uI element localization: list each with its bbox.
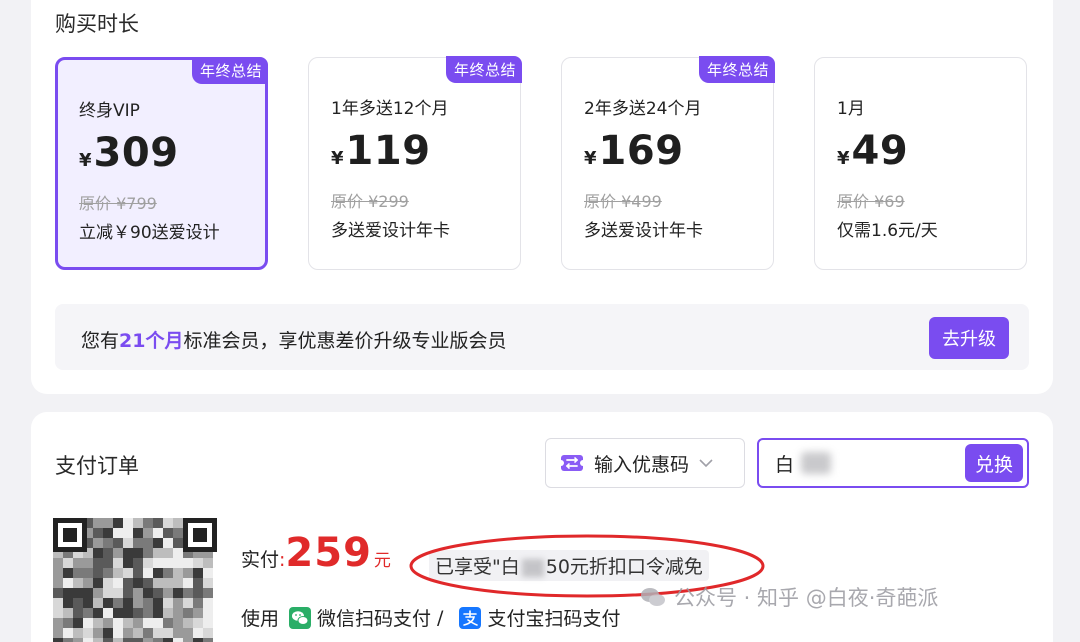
discount-suffix: 50元折扣口令减免	[545, 556, 703, 578]
plan-price: ¥ 169	[584, 128, 684, 174]
plan-original-price: 原价 ¥299	[331, 192, 409, 211]
coupon-input-box: 兑换	[757, 438, 1029, 488]
coupon-code-redacted	[801, 452, 831, 474]
plan-original-price: 原价 ¥499	[584, 192, 662, 211]
plan-name: 2年多送24个月	[584, 99, 702, 119]
pay-amount: 259	[285, 530, 372, 576]
duration-title: 购买时长	[55, 12, 139, 36]
plan-card-1month[interactable]: 1月 ¥ 49 原价 ¥69 仅需1.6元/天	[814, 57, 1027, 270]
upgrade-text: 您有21个月标准会员，享优惠差价升级专业版会员	[81, 326, 506, 353]
price-amount: 119	[345, 128, 431, 174]
pay-total: 实付 : 259 元	[241, 530, 391, 576]
plan-original-price: 原价 ¥69	[837, 192, 905, 211]
upgrade-button[interactable]: 去升级	[929, 317, 1009, 359]
plan-card-1year[interactable]: 年终总结 1年多送12个月 ¥ 119 原价 ¥299 多送爱设计年卡	[308, 56, 522, 270]
upgrade-suffix: 标准会员，享优惠差价升级专业版会员	[183, 330, 507, 352]
upgrade-banner: 您有21个月标准会员，享优惠差价升级专业版会员 去升级	[55, 304, 1029, 370]
duration-panel: 购买时长 年终总结 终身VIP ¥ 309 原价 ¥799 立减￥90送爱设计 …	[31, 0, 1053, 394]
alipay-icon	[459, 606, 482, 629]
price-currency: ¥	[331, 148, 344, 169]
discount-prefix: 已享受"白	[435, 556, 520, 578]
order-title: 支付订单	[55, 454, 139, 478]
method-prefix: 使用	[241, 608, 280, 630]
price-currency: ¥	[584, 148, 597, 169]
plan-badge: 年终总结	[698, 56, 775, 83]
discount-code-redacted	[521, 558, 544, 577]
payment-qr-code	[53, 518, 217, 642]
plan-perk: 仅需1.6元/天	[837, 221, 938, 241]
plan-perk: 多送爱设计年卡	[584, 221, 703, 241]
pay-unit: 元	[373, 551, 391, 571]
price-currency: ¥	[837, 148, 850, 169]
price-amount: 309	[93, 130, 179, 176]
plan-price: ¥ 49	[837, 128, 908, 174]
plan-name: 1月	[837, 99, 865, 119]
upgrade-months: 21个月	[119, 330, 184, 352]
chevron-down-icon	[699, 459, 713, 468]
plan-card-2year[interactable]: 年终总结 2年多送24个月 ¥ 169 原价 ¥499 多送爱设计年卡	[561, 56, 775, 270]
plan-badge: 年终总结	[445, 56, 522, 83]
plan-card-lifetime[interactable]: 年终总结 终身VIP ¥ 309 原价 ¥799 立减￥90送爱设计	[55, 57, 268, 270]
watermark: 公众号 · 知乎 @白夜·奇葩派	[640, 582, 938, 612]
plan-price: ¥ 119	[331, 128, 431, 174]
alipay-label: 支付宝扫码支付	[487, 608, 621, 630]
plan-perk: 立减￥90送爱设计	[79, 223, 220, 243]
method-separator: /	[437, 606, 444, 629]
wechat-official-icon	[641, 588, 665, 606]
coupon-code-input[interactable]	[775, 448, 925, 478]
plan-badge: 年终总结	[191, 57, 268, 84]
plan-perk: 多送爱设计年卡	[331, 221, 450, 241]
coupon-dropdown[interactable]: 输入优惠码	[545, 438, 745, 488]
plan-name: 终身VIP	[79, 101, 140, 121]
price-amount: 169	[598, 128, 684, 174]
pay-label: 实付	[241, 549, 280, 571]
discount-note: 已享受"白 50元折扣口令减免	[429, 550, 709, 581]
redeem-button[interactable]: 兑换	[965, 444, 1023, 482]
wechat-pay-icon	[289, 606, 312, 629]
price-currency: ¥	[79, 150, 92, 171]
coupon-dropdown-label: 输入优惠码	[594, 453, 690, 476]
plan-original-price: 原价 ¥799	[79, 194, 157, 213]
wechat-pay-label: 微信扫码支付	[317, 608, 432, 630]
coupon-ticket-icon	[560, 455, 584, 471]
price-amount: 49	[851, 128, 909, 174]
upgrade-prefix: 您有	[81, 330, 120, 352]
watermark-text: 公众号 · 知乎 @白夜·奇葩派	[674, 586, 939, 610]
plan-name: 1年多送12个月	[331, 99, 449, 119]
payment-methods: 使用 微信扫码支付 / 支付宝扫码支付	[241, 604, 620, 631]
plan-price: ¥ 309	[79, 130, 179, 176]
